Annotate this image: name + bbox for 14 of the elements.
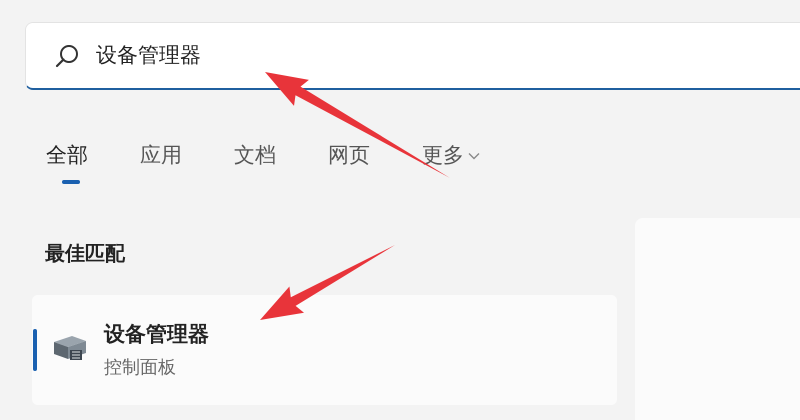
tab[interactable]: 应用 bbox=[140, 138, 182, 174]
result-subtitle: 控制面板 bbox=[104, 356, 177, 378]
chevron-down-icon bbox=[468, 152, 480, 160]
search-field[interactable]: 设备管理器 bbox=[96, 40, 396, 72]
result-item[interactable]: 设备管理器 控制面板 bbox=[32, 295, 617, 405]
tab[interactable]: 全部 bbox=[46, 138, 88, 174]
tab[interactable]: 网页 bbox=[328, 138, 370, 174]
search-icon bbox=[54, 42, 80, 68]
tab[interactable]: 文档 bbox=[234, 138, 276, 174]
selected-indicator bbox=[62, 180, 80, 184]
tab[interactable]: 更多 bbox=[422, 138, 480, 174]
section-heading: 最佳匹配 bbox=[45, 240, 125, 267]
selection-bar bbox=[33, 329, 37, 371]
result-title: 设备管理器 bbox=[104, 322, 209, 347]
